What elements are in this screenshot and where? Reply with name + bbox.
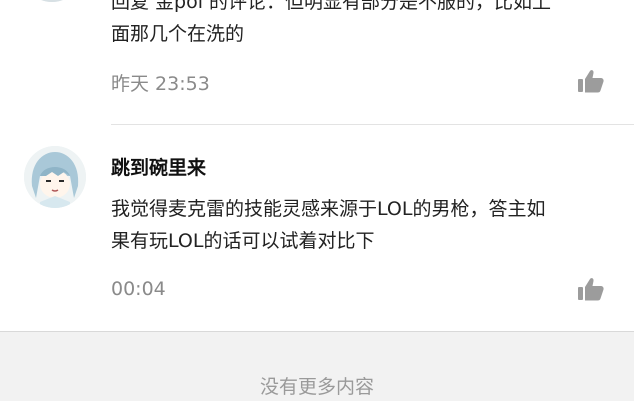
like-button[interactable] [578,69,604,93]
comment-text-line: 回复 金pol 的评论：但明显有部分是不服的，比如上 [111,0,552,13]
comment-divider [111,124,634,125]
comment-text-line: 果有玩LOL的话可以试着对比下 [111,230,375,252]
thumbs-up-icon [578,70,604,93]
commenter-name[interactable]: 跳到碗里来 [111,153,206,180]
comment-time: 00:04 [111,278,166,300]
no-more-content-label: 没有更多内容 [259,376,374,398]
comment-text: 我觉得麦克雷的技能灵感来源于LOL的男枪，答主如 果有玩LOL的话可以试着对比下 [111,193,621,257]
comment-text-line: 我觉得麦克雷的技能灵感来源于LOL的男枪，答主如 [111,198,546,220]
avatar[interactable] [22,0,82,2]
comment-text-line: 面那几个在洗的 [111,23,245,45]
comment-time: 昨天 23:53 [111,73,210,95]
avatar[interactable] [24,146,86,208]
list-footer: 没有更多内容 [0,331,634,401]
comment-text: 回复 金pol 的评论：但明显有部分是不服的，比如上 面那几个在洗的 [111,0,621,50]
like-button[interactable] [578,277,604,301]
thumbs-up-icon [578,278,604,301]
